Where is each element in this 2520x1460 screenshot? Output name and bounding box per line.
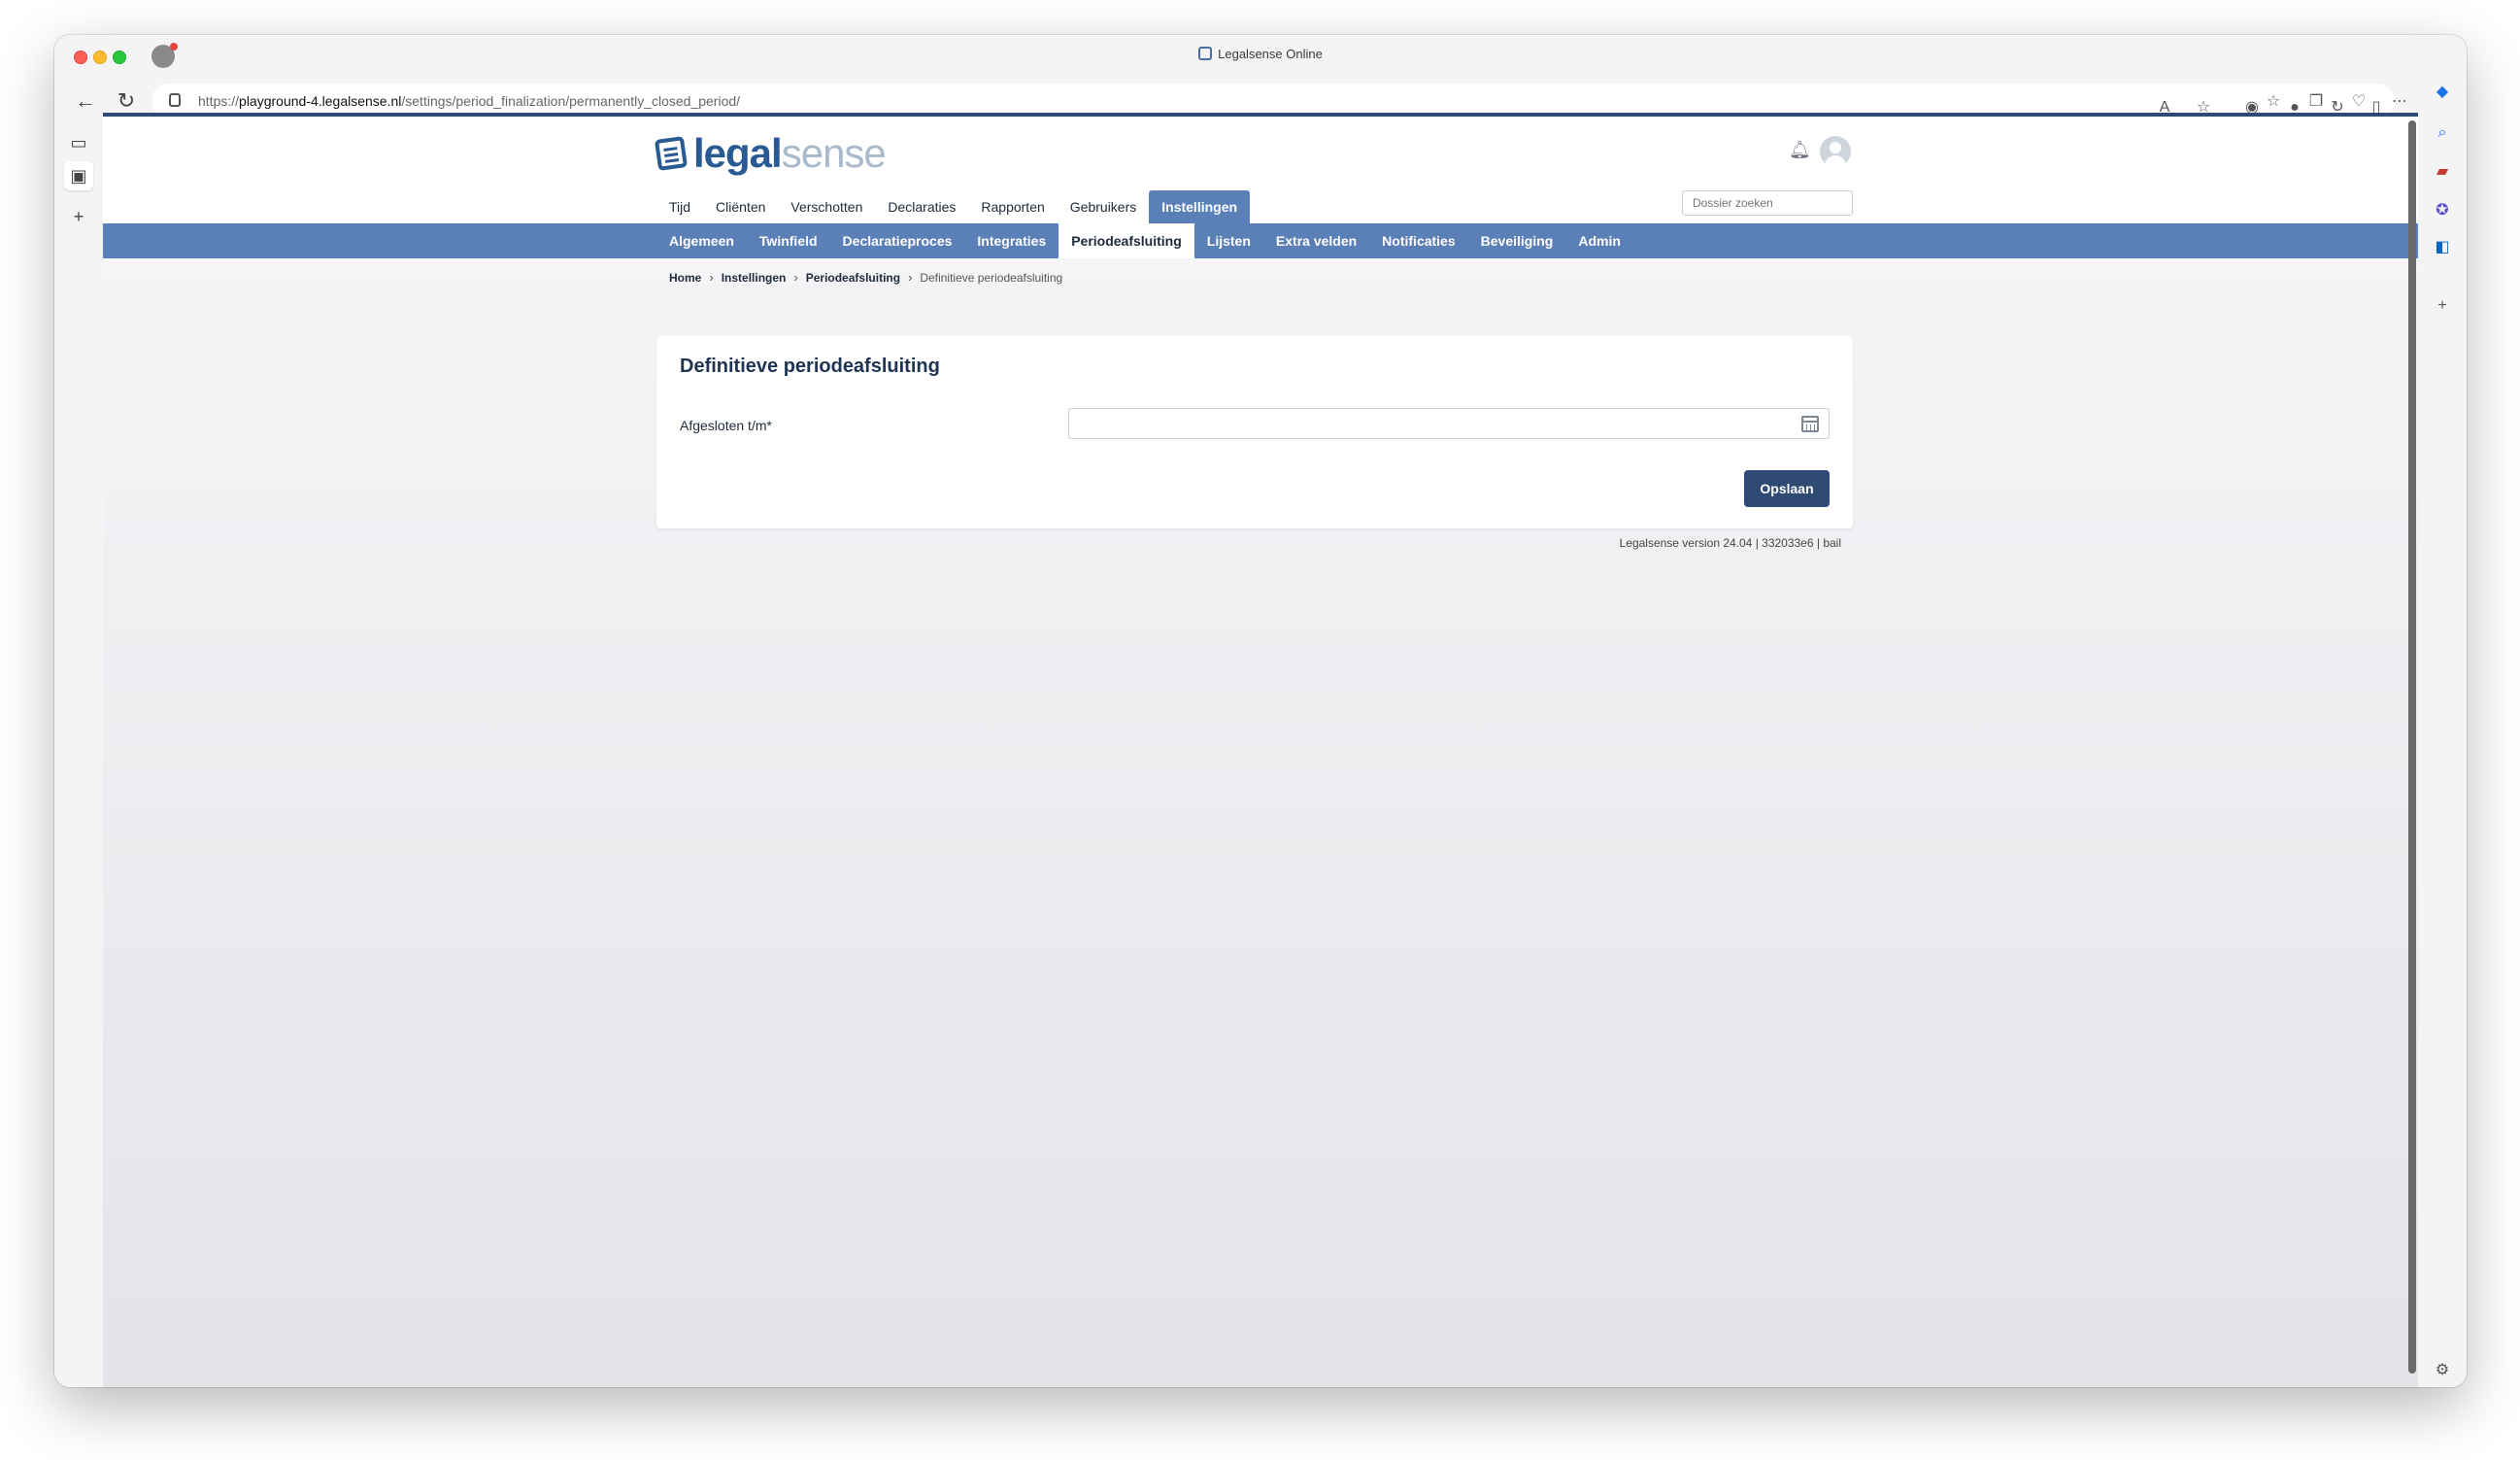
logo-document-icon: [654, 136, 689, 171]
breadcrumb-home[interactable]: Home: [669, 271, 701, 285]
logo-text-legal: legal: [693, 130, 783, 176]
active-tab-icon[interactable]: ▣: [64, 161, 93, 190]
url-host: playground-4.legalsense.nl: [239, 93, 402, 109]
sidebar-settings-gear-icon[interactable]: ⚙: [2430, 1358, 2455, 1383]
main-nav-instellingen[interactable]: Instellingen: [1149, 190, 1251, 223]
save-button[interactable]: Opslaan: [1744, 470, 1830, 507]
sub-nav-extra-velden[interactable]: Extra velden: [1263, 223, 1369, 258]
dossier-search-input[interactable]: [1682, 190, 1853, 216]
copilot-icon[interactable]: ◆: [2430, 80, 2455, 105]
search-icon[interactable]: ⌕: [2430, 120, 2455, 146]
health-icon[interactable]: ♡: [2348, 91, 2369, 113]
page-viewport: legalsense 🔔︎ Tijd Cliënten Verschotten …: [103, 113, 2418, 1387]
games-icon[interactable]: ✪: [2430, 198, 2455, 223]
sub-nav-notificaties[interactable]: Notificaties: [1369, 223, 1467, 258]
notification-bell-icon[interactable]: 🔔︎: [1789, 140, 1811, 161]
tools-icon[interactable]: ▰: [2430, 159, 2455, 185]
main-nav: Tijd Cliënten Verschotten Declaraties Ra…: [656, 190, 1251, 223]
page-title: Definitieve periodeafsluiting: [680, 356, 940, 377]
collections-icon[interactable]: ❐: [2305, 91, 2327, 113]
closed-until-label: Afgesloten t/m*: [680, 418, 772, 433]
breadcrumb-instellingen[interactable]: Instellingen: [722, 271, 787, 285]
main-nav-rapporten[interactable]: Rapporten: [968, 190, 1057, 223]
logo-wordmark: legalsense: [693, 130, 887, 177]
title-bar: Legalsense Online: [54, 35, 2467, 78]
version-text: Legalsense version 24.04 | 332033e6 | ba…: [1619, 536, 1841, 550]
vertical-tab-strip: ▭ ▣ +: [54, 124, 103, 1387]
favorites-icon[interactable]: ☆: [2263, 91, 2284, 113]
url-path: /settings/period_finalization/permanentl…: [401, 93, 741, 109]
main-nav-gebruikers[interactable]: Gebruikers: [1058, 190, 1149, 223]
window-title-text: Legalsense Online: [1218, 47, 1323, 61]
page-scrollbar[interactable]: [2408, 120, 2416, 1374]
url-text: https://playground-4.legalsense.nl/setti…: [198, 93, 740, 109]
site-favicon-icon: [1198, 47, 1213, 60]
sub-nav-integraties[interactable]: Integraties: [964, 223, 1058, 258]
outlook-icon[interactable]: ◧: [2430, 235, 2455, 260]
back-arrow-icon[interactable]: ←: [70, 85, 101, 117]
sub-nav-admin[interactable]: Admin: [1565, 223, 1633, 258]
sub-nav-periodeafsluiting[interactable]: Periodeafsluiting: [1058, 223, 1194, 258]
chevron-right-icon: ›: [709, 270, 714, 285]
sub-nav-lijsten[interactable]: Lijsten: [1194, 223, 1263, 258]
main-nav-tijd[interactable]: Tijd: [656, 190, 703, 223]
breadcrumb-current: Definitieve periodeafsluiting: [920, 270, 1063, 285]
settings-sub-nav: Algemeen Twinfield Declaratieproces Inte…: [103, 223, 2418, 258]
sub-nav-declaratieproces[interactable]: Declaratieproces: [830, 223, 965, 258]
more-menu-icon[interactable]: ⋯: [2389, 91, 2410, 113]
browser-window: Legalsense Online ← ↻ https://playground…: [54, 35, 2467, 1387]
add-sidebar-app-icon[interactable]: +: [2430, 293, 2455, 319]
breadcrumb-periodeafsluiting[interactable]: Periodeafsluiting: [806, 271, 900, 285]
breadcrumb: Home › Instellingen › Periodeafsluiting …: [669, 270, 1062, 285]
window-title: Legalsense Online: [54, 47, 2467, 61]
user-avatar[interactable]: [1820, 136, 1851, 167]
tab-actions-icon[interactable]: ▭: [64, 128, 93, 157]
main-nav-declaraties[interactable]: Declaraties: [875, 190, 968, 223]
new-tab-plus-icon[interactable]: +: [64, 202, 93, 231]
logo-text-sense: sense: [781, 130, 887, 176]
app-header: legalsense 🔔︎ Tijd Cliënten Verschotten …: [103, 117, 2418, 223]
lock-icon: [169, 93, 181, 107]
sub-nav-algemeen[interactable]: Algemeen: [656, 223, 747, 258]
chevron-right-icon: ›: [793, 270, 798, 285]
main-nav-clienten[interactable]: Cliënten: [703, 190, 778, 223]
sub-nav-twinfield[interactable]: Twinfield: [747, 223, 830, 258]
edge-sidebar: ◆ ⌕ ▰ ✪ ◧ + ⚙: [2418, 78, 2467, 1387]
sub-nav-beveiliging[interactable]: Beveiliging: [1468, 223, 1566, 258]
main-nav-verschotten[interactable]: Verschotten: [778, 190, 875, 223]
chevron-right-icon: ›: [908, 270, 913, 285]
url-prefix: https://: [198, 93, 240, 109]
period-finalization-card: Definitieve periodeafsluiting Afgesloten…: [656, 336, 1853, 528]
closed-until-date-input[interactable]: [1068, 408, 1830, 439]
calendar-icon[interactable]: [1801, 416, 1819, 432]
